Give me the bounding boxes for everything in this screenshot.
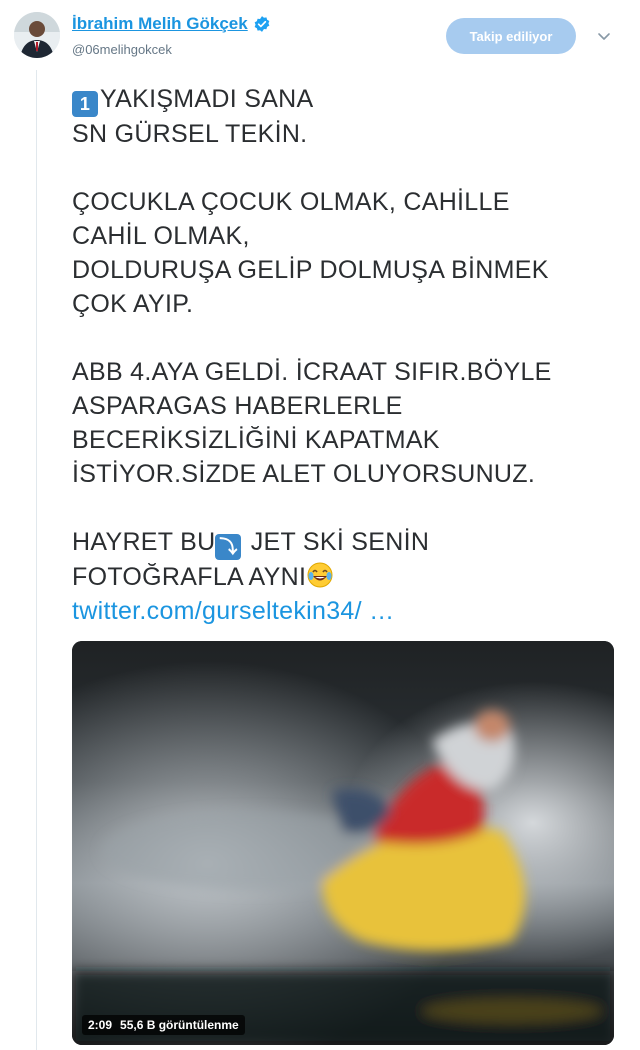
tweet-line: CAHİL OLMAK, xyxy=(72,222,250,250)
tweet-line-text: HAYRET BU xyxy=(72,528,216,556)
video-player[interactable]: 2:09 55,6 B görüntülenme xyxy=(72,641,614,1045)
following-button[interactable]: Takip ediliyor xyxy=(446,18,576,54)
arrow-down-right-icon: ⤵ xyxy=(215,534,242,560)
tweet-line: ÇOK AYIP. xyxy=(72,290,194,318)
tweet-card: İbrahim Melih Gökçek @06melihgokcek Taki… xyxy=(0,0,640,1050)
thread-rule xyxy=(36,70,37,1050)
tears-of-joy-emoji-icon xyxy=(306,561,334,589)
tweet-line: twitter.com/gurseltekin34/ … xyxy=(72,594,620,628)
video-thumbnail xyxy=(72,641,614,1045)
tweet-line: ASPARAGAS HABERLERLE xyxy=(72,392,403,420)
tweet-line: 1 YAKIŞMADI SANA xyxy=(72,82,620,117)
tweet-line: BECERİKSİZLİĞİNİ KAPATMAK xyxy=(72,426,440,454)
verified-badge-icon xyxy=(253,15,271,33)
tweet-link[interactable]: twitter.com/gurseltekin34/ … xyxy=(72,597,394,625)
avatar[interactable] xyxy=(14,12,60,58)
keycap-one-icon: 1 xyxy=(72,91,98,117)
author-handle[interactable]: @06melihgokcek xyxy=(72,42,172,57)
tweet-line: DOLDURUŞA GELİP DOLMUŞA BİNMEK xyxy=(72,256,549,284)
tweet-paragraph: ABB 4.AYA GELDİ. İCRAAT SIFIR.BÖYLE ASPA… xyxy=(72,355,620,491)
chevron-down-icon[interactable] xyxy=(596,28,612,44)
tweet-line: ÇOCUKLA ÇOCUK OLMAK, CAHİLLE xyxy=(72,188,510,216)
video-meta-overlay: 2:09 55,6 B görüntülenme xyxy=(82,1015,245,1035)
tweet-line: İSTİYOR.SİZDE ALET OLUYORSUNUZ. xyxy=(72,460,536,488)
tweet-text: 1 YAKIŞMADI SANA SN GÜRSEL TEKİN. ÇOCUKLA… xyxy=(72,82,620,628)
tweet-paragraph: HAYRET BU ⤵ JET SKİ SENİN FOTOĞRAFLA AYNI… xyxy=(72,525,620,628)
tweet-paragraph: 1 YAKIŞMADI SANA SN GÜRSEL TEKİN. xyxy=(72,82,620,151)
tweet-paragraph: ÇOCUKLA ÇOCUK OLMAK, CAHİLLE CAHİL OLMAK… xyxy=(72,185,620,321)
tweet-line-text: YAKIŞMADI SANA xyxy=(100,85,314,113)
video-view-count: 55,6 B görüntülenme xyxy=(120,1018,239,1032)
author-name-row: İbrahim Melih Gökçek xyxy=(72,14,271,34)
tweet-line-text: JET SKİ SENİN xyxy=(243,528,430,556)
tweet-line: FOTOĞRAFLA AYNI xyxy=(72,560,620,594)
tweet-line-text: FOTOĞRAFLA AYNI xyxy=(72,563,307,591)
video-duration: 2:09 xyxy=(88,1018,113,1032)
author-display-name[interactable]: İbrahim Melih Gökçek xyxy=(72,14,248,34)
tweet-line: HAYRET BU ⤵ JET SKİ SENİN xyxy=(72,525,620,560)
tweet-line: ABB 4.AYA GELDİ. İCRAAT SIFIR.BÖYLE xyxy=(72,358,552,386)
tweet-line: SN GÜRSEL TEKİN. xyxy=(72,120,308,148)
